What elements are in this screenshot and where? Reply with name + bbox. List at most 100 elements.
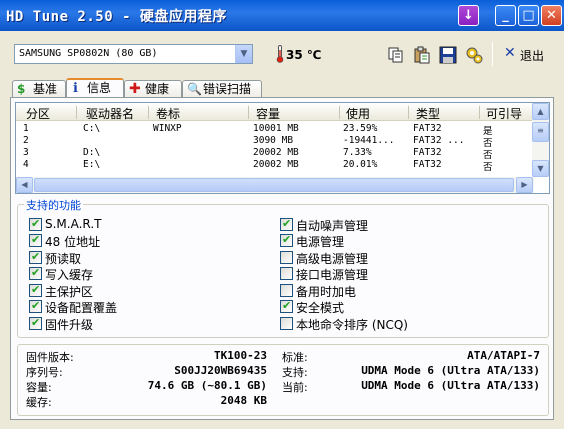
cell: FAT32: [413, 147, 442, 158]
feature-label: 备用时加电: [296, 285, 357, 299]
cell: C:\: [83, 123, 101, 134]
temperature-display: 35 ℃: [276, 44, 336, 66]
tab-label: 健康: [145, 82, 170, 96]
feature-label: 安全模式: [296, 301, 345, 315]
cell: 否: [483, 162, 493, 173]
feature-label: 接口电源管理: [296, 268, 369, 282]
feature-label: S.M.A.R.T: [45, 217, 102, 231]
maximize-button[interactable]: □: [518, 5, 539, 26]
cell: 23.59%: [343, 123, 378, 134]
col-header[interactable]: 卷标: [156, 105, 180, 122]
table-row[interactable]: 1 C:\ WINXP 10001 MB 23.59% FAT32 是: [16, 123, 534, 137]
col-divider: [479, 106, 480, 119]
feature-label: 主保护区: [45, 285, 94, 299]
supported-label: 支持:: [282, 366, 308, 379]
standard-label: 标准:: [282, 351, 308, 364]
horizontal-scrollbar[interactable]: ◀ ▶: [16, 177, 534, 193]
capacity-value: 74.6 GB (~80.1 GB): [147, 379, 267, 392]
temperature-value: 35 ℃: [286, 48, 322, 62]
serial-value: S00JJ20WB69435: [174, 364, 267, 377]
checkbox[interactable]: [280, 233, 293, 247]
col-header[interactable]: 使用: [346, 105, 370, 122]
scroll-thumb[interactable]: ≡: [532, 122, 549, 142]
feature-label: 预读取: [45, 252, 82, 266]
cell: FAT32: [413, 123, 442, 134]
checkbox[interactable]: [29, 299, 42, 313]
table-row[interactable]: 2 3090 MB -19441... FAT32 ... 否: [16, 135, 534, 149]
col-divider: [148, 106, 149, 119]
feature-label: 高级电源管理: [296, 252, 369, 266]
cell: 20002 MB: [253, 147, 299, 158]
cache-label: 缓存:: [26, 396, 52, 409]
cell: E:\: [83, 159, 101, 170]
cell: 20002 MB: [253, 159, 299, 170]
col-header[interactable]: 分区: [26, 105, 50, 122]
group-title: 支持的功能: [24, 197, 83, 213]
list-header: 分区 驱动器名 卷标 容量 使用 类型 可引导: [16, 103, 534, 121]
exit-label: 退出: [520, 49, 545, 63]
checkbox[interactable]: [280, 217, 293, 231]
table-row[interactable]: 3 D:\ 20002 MB 7.33% FAT32 否: [16, 147, 534, 161]
scroll-thumb[interactable]: [34, 178, 514, 192]
window-title: HD Tune 2.50 - 硬盘应用程序: [6, 9, 227, 25]
benchmark-icon: $: [17, 82, 26, 96]
feature-label: 固件升级: [45, 318, 94, 332]
minimize-button[interactable]: _: [495, 5, 516, 26]
drive-select[interactable]: SAMSUNG SP0802N (80 GB) ▼: [14, 44, 253, 64]
cell: D:\: [83, 147, 101, 158]
current-label: 当前:: [282, 381, 308, 394]
col-divider: [248, 106, 249, 119]
drive-select-value: SAMSUNG SP0802N (80 GB): [19, 48, 158, 59]
checkbox[interactable]: [280, 299, 293, 313]
col-header[interactable]: 容量: [256, 105, 280, 122]
col-header[interactable]: 可引导: [486, 105, 522, 122]
vertical-scrollbar[interactable]: ▲ ≡ ▼: [532, 103, 549, 177]
checkbox[interactable]: [29, 266, 42, 280]
standard-value: ATA/ATAPI-7: [467, 349, 540, 362]
col-header[interactable]: 驱动器名: [86, 105, 134, 122]
thermometer-icon: [276, 45, 284, 63]
checkbox[interactable]: [29, 250, 42, 264]
cell: 7.33%: [343, 147, 372, 158]
scroll-up-icon[interactable]: ▲: [532, 103, 549, 120]
health-cross-icon: ✚: [129, 81, 141, 97]
checkbox[interactable]: [280, 267, 293, 280]
magnifier-icon: 🔍: [187, 82, 202, 96]
checkbox[interactable]: [29, 316, 42, 330]
partition-list[interactable]: 分区 驱动器名 卷标 容量 使用 类型 可引导 1 C:\ WINXP 1000…: [15, 102, 550, 194]
checkbox[interactable]: [280, 251, 293, 264]
firmware-value: TK100-23: [214, 349, 267, 362]
copy-icon[interactable]: [385, 44, 405, 64]
chevron-down-icon[interactable]: ▼: [235, 45, 252, 63]
close-button[interactable]: ✕: [541, 5, 562, 26]
paste-icon[interactable]: [411, 44, 431, 64]
supported-value: UDMA Mode 6 (Ultra ATA/133): [361, 364, 540, 377]
scroll-left-icon[interactable]: ◀: [16, 177, 33, 193]
checkbox[interactable]: [29, 233, 42, 247]
col-divider: [339, 106, 340, 119]
cell: 10001 MB: [253, 123, 299, 134]
checkbox[interactable]: [280, 317, 293, 330]
tab-label: 基准: [33, 82, 58, 96]
checkbox[interactable]: [29, 217, 42, 231]
scroll-down-icon[interactable]: ▼: [532, 160, 549, 177]
title-bar: HD Tune 2.50 - 硬盘应用程序 ↓ _ □ ✕: [0, 0, 564, 31]
exit-x-icon: ✕: [504, 45, 516, 61]
download-icon[interactable]: ↓: [458, 5, 479, 26]
col-header[interactable]: 类型: [416, 105, 440, 122]
table-row[interactable]: 4 E:\ 20002 MB 20.01% FAT32 否: [16, 159, 534, 173]
exit-button[interactable]: ✕ 退出: [502, 44, 558, 64]
cell: FAT32 ...: [413, 135, 465, 146]
scroll-right-icon[interactable]: ▶: [516, 177, 533, 193]
checkbox[interactable]: [280, 284, 293, 297]
options-icon[interactable]: [463, 44, 483, 64]
col-divider: [408, 106, 409, 119]
feature-label: 写入缓存: [45, 268, 94, 282]
cell: 2: [23, 135, 29, 146]
save-icon[interactable]: [437, 44, 457, 64]
firmware-label: 固件版本:: [26, 351, 74, 364]
cell: 1: [23, 123, 29, 134]
checkbox[interactable]: [29, 283, 42, 297]
cell: WINXP: [153, 123, 182, 134]
info-icon: ℹ: [73, 81, 78, 96]
